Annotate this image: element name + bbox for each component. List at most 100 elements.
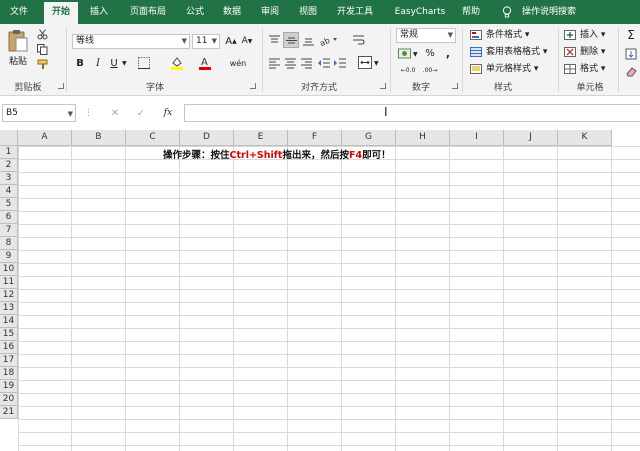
tab-view[interactable]: 视图 <box>290 0 326 24</box>
percent-button[interactable]: % <box>424 46 436 60</box>
name-box[interactable]: B5 ▼ <box>2 104 76 122</box>
column-header-j[interactable]: J <box>504 130 558 146</box>
wrap-text-icon[interactable] <box>352 34 365 47</box>
row-header-18[interactable]: 18 <box>0 367 18 380</box>
grow-font-button[interactable]: A ▲ <box>224 33 238 49</box>
alignment-launcher[interactable] <box>380 83 386 89</box>
font-color-icon[interactable]: A <box>198 55 212 71</box>
orientation-icon[interactable]: ab <box>320 34 340 47</box>
row-header-8[interactable]: 8 <box>0 237 18 250</box>
row-header-1[interactable]: 1 <box>0 146 18 159</box>
row-header-4[interactable]: 4 <box>0 185 18 198</box>
tab-easycharts[interactable]: EasyCharts <box>390 0 450 24</box>
accounting-format-icon[interactable] <box>398 48 412 60</box>
bold-button[interactable]: B <box>74 56 86 70</box>
borders-icon[interactable] <box>138 57 150 69</box>
row-header-16[interactable]: 16 <box>0 341 18 354</box>
worksheet-grid[interactable]: ABCDEFGHIJK 1 2 3 4 5 6 7 8 9 10 11 12 13 14 15 16 17 18 1… <box>0 130 640 451</box>
tell-me-search[interactable]: 操作说明搜索 <box>518 0 580 24</box>
decrease-indent-icon[interactable] <box>318 57 331 69</box>
row-header-21[interactable]: 21 <box>0 406 18 419</box>
formula-input[interactable] <box>184 104 640 122</box>
row-header-10[interactable]: 10 <box>0 263 18 276</box>
tab-file[interactable]: 文件 <box>2 0 36 24</box>
cell-styles-button[interactable]: 单元格样式 ▾ <box>468 62 538 76</box>
italic-button[interactable]: I <box>92 56 104 70</box>
shrink-font-button[interactable]: A ▼ <box>240 33 254 49</box>
column-header-c[interactable]: C <box>126 130 180 146</box>
clear-icon[interactable] <box>625 66 637 77</box>
column-header-a[interactable]: A <box>18 130 72 146</box>
format-cells-button[interactable]: 格式 ▾ <box>562 62 605 76</box>
cell-area[interactable] <box>18 146 640 451</box>
underline-button[interactable]: U <box>108 56 120 70</box>
align-center-icon[interactable] <box>284 57 297 69</box>
clipboard-launcher[interactable] <box>58 83 64 89</box>
column-header-h[interactable]: H <box>396 130 450 146</box>
column-header-d[interactable]: D <box>180 130 234 146</box>
tab-developer[interactable]: 开发工具 <box>330 0 380 24</box>
fill-color-icon[interactable] <box>170 55 184 71</box>
row-header-12[interactable]: 12 <box>0 289 18 302</box>
row-header-5[interactable]: 5 <box>0 198 18 211</box>
font-size-select[interactable]: 11 ▼ <box>192 34 220 49</box>
row-header-15[interactable]: 15 <box>0 328 18 341</box>
conditional-formatting-button[interactable]: 条件格式 ▾ <box>468 28 529 42</box>
insert-function-button[interactable]: fx <box>160 106 176 120</box>
align-middle-button[interactable] <box>283 32 299 48</box>
align-bottom-icon[interactable] <box>302 34 315 47</box>
decrease-decimal-button[interactable]: .00→ <box>420 64 440 76</box>
column-header-b[interactable]: B <box>72 130 126 146</box>
row-header-2[interactable]: 2 <box>0 159 18 172</box>
tab-page-layout[interactable]: 页面布局 <box>120 0 176 24</box>
phonetic-button[interactable]: wén <box>228 56 248 70</box>
align-left-icon[interactable] <box>268 57 281 69</box>
font-name-select[interactable]: 等线 ▼ <box>72 34 190 49</box>
row-header-11[interactable]: 11 <box>0 276 18 289</box>
number-format-select[interactable]: 常规 ▼ <box>396 28 456 43</box>
tab-help[interactable]: 帮助 <box>456 0 486 24</box>
tab-formulas[interactable]: 公式 <box>178 0 212 24</box>
cut-icon[interactable] <box>37 29 48 40</box>
row-header-7[interactable]: 7 <box>0 224 18 237</box>
align-top-icon[interactable] <box>268 34 281 47</box>
comma-style-button[interactable]: , <box>442 46 454 60</box>
row-header-19[interactable]: 19 <box>0 380 18 393</box>
column-header-f[interactable]: F <box>288 130 342 146</box>
copy-icon[interactable] <box>37 44 48 55</box>
insert-cells-button[interactable]: 插入 ▾ <box>562 28 605 42</box>
row-header-13[interactable]: 13 <box>0 302 18 315</box>
tab-insert[interactable]: 插入 <box>80 0 118 24</box>
increase-decimal-button[interactable]: ←0.0 <box>398 64 418 76</box>
formula-bar: B5 ▼ ⋮ ✕ ✓ fx I <box>0 100 640 126</box>
paste-button[interactable]: 粘贴 <box>4 28 32 68</box>
enter-button[interactable]: ✓ <box>134 106 148 120</box>
column-header-e[interactable]: E <box>234 130 288 146</box>
dots-handle[interactable]: ⋮ <box>84 108 93 118</box>
column-header-g[interactable]: G <box>342 130 396 146</box>
delete-cells-button[interactable]: 删除 ▾ <box>562 45 605 59</box>
tab-data[interactable]: 数据 <box>214 0 250 24</box>
format-as-table-button[interactable]: 套用表格格式 ▾ <box>468 45 547 59</box>
select-all-button[interactable] <box>0 130 18 146</box>
row-header-6[interactable]: 6 <box>0 211 18 224</box>
align-right-icon[interactable] <box>300 57 313 69</box>
format-painter-icon[interactable] <box>37 59 49 70</box>
row-header-14[interactable]: 14 <box>0 315 18 328</box>
increase-indent-icon[interactable] <box>334 57 347 69</box>
fill-icon[interactable] <box>625 48 637 60</box>
cancel-button[interactable]: ✕ <box>108 106 122 120</box>
tab-home[interactable]: 开始 <box>44 2 78 24</box>
insert-cells-icon <box>564 30 576 40</box>
row-header-17[interactable]: 17 <box>0 354 18 367</box>
column-header-i[interactable]: I <box>450 130 504 146</box>
autosum-button[interactable]: Σ <box>624 28 638 42</box>
merge-center-icon[interactable] <box>358 56 372 69</box>
row-header-20[interactable]: 20 <box>0 393 18 406</box>
number-launcher[interactable] <box>452 83 458 89</box>
font-launcher[interactable] <box>250 83 256 89</box>
row-header-3[interactable]: 3 <box>0 172 18 185</box>
tab-review[interactable]: 审阅 <box>252 0 288 24</box>
row-header-9[interactable]: 9 <box>0 250 18 263</box>
column-header-k[interactable]: K <box>558 130 612 146</box>
